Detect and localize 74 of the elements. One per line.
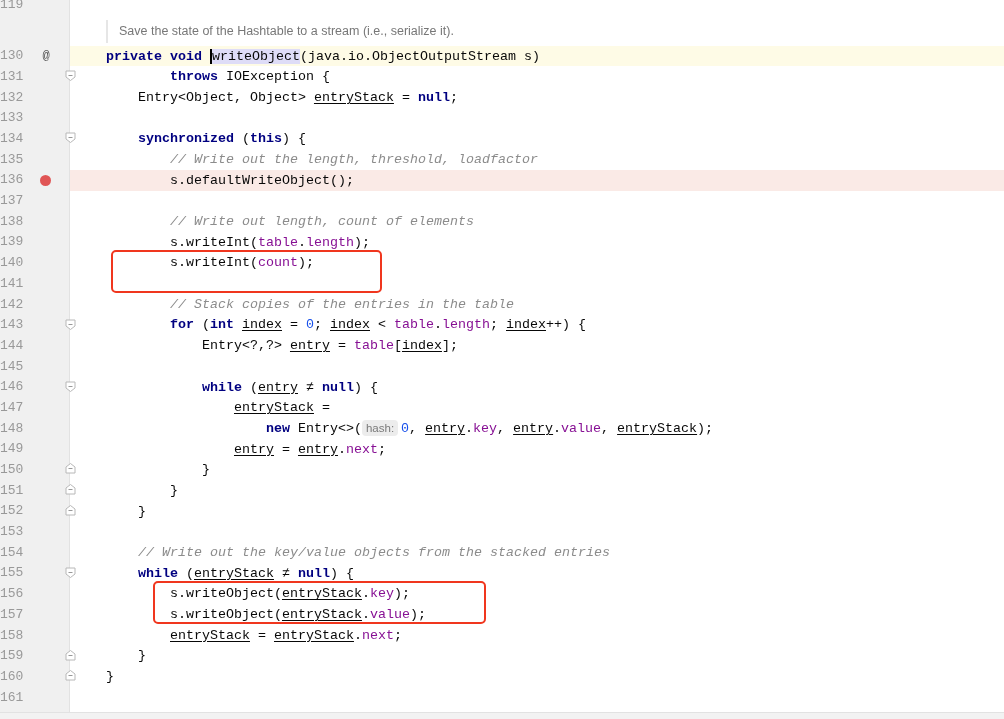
code-line: throws IOException { <box>169 68 330 87</box>
parameter-hint: hash: <box>361 420 399 437</box>
code-line: while (entry ≠ null) { <box>201 378 378 397</box>
breakpoint-icon[interactable] <box>40 174 51 186</box>
line-number: 157 <box>0 605 25 624</box>
code-line: for (int index = 0; index < table.length; index++) { <box>169 316 586 335</box>
line-number: 146 <box>0 378 25 397</box>
code-line: entryStack = <box>233 399 330 418</box>
line-number: 141 <box>0 274 25 293</box>
line-number: 145 <box>0 357 25 376</box>
code-line: Entry<?,?> entry = table[index]; <box>200 337 458 356</box>
line-number: 158 <box>0 626 25 645</box>
line-number: 143 <box>0 316 25 335</box>
line-number: 152 <box>0 502 25 521</box>
line-number: 138 <box>0 212 25 231</box>
code-line: } <box>169 481 178 500</box>
code-line: s.writeInt(count); <box>169 254 314 273</box>
line-number: 142 <box>0 295 25 314</box>
code-line: } <box>137 502 146 521</box>
code-line: } <box>106 668 114 687</box>
line-number: 133 <box>0 109 25 128</box>
line-number: 144 <box>0 336 25 355</box>
line-number: 140 <box>0 254 25 273</box>
line-number: 134 <box>0 130 25 149</box>
line-number: 161 <box>0 688 25 707</box>
line-number: 149 <box>0 440 25 459</box>
code-line: // Write out the length, threshold, loadfactor <box>169 150 538 169</box>
line-number: 160 <box>0 667 25 686</box>
fold-icon[interactable] <box>65 380 76 392</box>
code-line: } <box>137 647 146 666</box>
code-line: } <box>200 461 210 480</box>
line-number: 147 <box>0 398 25 417</box>
line-number: 136 <box>0 171 25 190</box>
fold-icon[interactable] <box>65 649 76 661</box>
doc-comment: Save the state of the Hashtable to a stream (i.e., serialize it). <box>106 19 454 43</box>
line-number: 148 <box>0 419 25 438</box>
line-number: 150 <box>0 461 25 480</box>
fold-icon[interactable] <box>65 463 76 475</box>
code-line: s.writeInt(table.length); <box>169 233 370 252</box>
line-number: 135 <box>0 150 25 169</box>
code-line: synchronized (this) { <box>137 130 306 149</box>
code-line: 0, entry.key, entry.value, entryStack); <box>401 419 714 438</box>
line-number: 132 <box>0 88 25 107</box>
line-number: 155 <box>0 564 25 583</box>
code-line: s.writeObject(entryStack.value); <box>169 606 426 625</box>
line-number: 156 <box>0 585 25 604</box>
code-line: // Write out length, count of elements <box>169 213 474 232</box>
line-number: 130 <box>0 47 25 66</box>
line-number: 137 <box>0 192 25 211</box>
fold-icon[interactable] <box>65 132 76 144</box>
fold-icon[interactable] <box>65 504 76 516</box>
gutter-mark[interactable]: @ <box>36 47 56 66</box>
line-number: 131 <box>0 67 25 86</box>
line-number: 153 <box>0 523 25 542</box>
code-line: // Stack copies of the entries in the table <box>169 295 514 314</box>
code-line: s.defaultWriteObject(); <box>169 171 354 190</box>
horizontal-scrollbar[interactable] <box>0 712 1004 719</box>
line-number: 159 <box>0 647 25 666</box>
code-line: while (entryStack ≠ null) { <box>137 564 354 583</box>
fold-icon[interactable] <box>65 670 76 682</box>
code-line: entryStack = entryStack.next; <box>169 626 402 645</box>
line-number: 154 <box>0 543 25 562</box>
code-line: Entry<Object, Object> entryStack = null; <box>137 88 458 107</box>
code-line: // Write out the key/value objects from the stacked entries <box>137 544 610 563</box>
fold-icon[interactable] <box>65 70 76 82</box>
line-number: 151 <box>0 481 25 500</box>
fold-icon[interactable] <box>65 484 76 496</box>
code-line: entry = entry.next; <box>233 440 386 459</box>
fold-icon[interactable] <box>65 318 76 330</box>
code-line: private void writeObject(java.io.ObjectOutputStream s) <box>106 47 540 66</box>
line-number: 139 <box>0 233 25 252</box>
fold-icon[interactable] <box>65 566 76 578</box>
code-line: new Entry<>( <box>264 419 362 438</box>
code-line: s.writeObject(entryStack.key); <box>169 585 410 604</box>
